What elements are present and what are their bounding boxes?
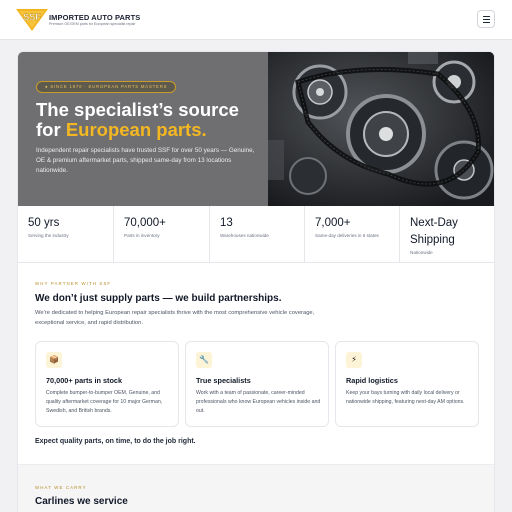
stat-years: 50 yrs Serving the industry [18,206,114,263]
hero-engine-image [268,52,494,206]
feature-title: Rapid logistics [346,376,398,385]
partner-title: We don’t just supply parts — we build pa… [35,293,282,304]
stat-label: Serving the industry [28,233,69,238]
stat-label: Nationwide [410,250,433,255]
main-card: ● SINCE 1970 · EUROPEAN PARTS MASTERS Th… [17,51,495,512]
feature-description: Complete bumper-to-bumper OEM, Genuine, … [46,390,163,414]
carry-section: WHAT WE CARRY Carlines we service [18,464,494,512]
hero-title-accent: European parts. [65,119,207,140]
brand-tagline: Premium OE/OEM parts for European specia… [49,22,136,26]
carry-title: Carlines we service [35,496,128,507]
stat-value: 13 [220,217,233,229]
stats-bar: 50 yrs Serving the industry 70,000+ Part… [18,206,494,263]
stat-value: 50 yrs [28,217,60,229]
logo-text: SSF [23,12,41,22]
hero: ● SINCE 1970 · EUROPEAN PARTS MASTERS Th… [18,52,494,206]
stat-shipping: Next-Day Shipping Nationwide [400,206,494,263]
wrench-icon: 🔧 [196,352,212,368]
partner-eyebrow: WHY PARTNER WITH SSF [35,281,112,286]
hamburger-icon [483,16,490,17]
hero-title: The specialist’s source for European par… [36,100,268,140]
hero-title-line1: The specialist’s source [36,99,239,120]
hero-text-panel: ● SINCE 1970 · EUROPEAN PARTS MASTERS Th… [18,52,268,206]
stat-parts: 70,000+ Parts in inventory [114,206,210,263]
feature-description: Keep your bays turning with daily local … [346,390,465,405]
partner-description: We’re dedicated to helping European repa… [35,310,315,326]
site-header: SSF IMPORTED AUTO PARTS Premium OE/OEM p… [0,0,512,40]
brand[interactable]: IMPORTED AUTO PARTS Premium OE/OEM parts… [49,13,140,27]
stat-label: Same-day deliveries in 6 states [315,233,379,238]
menu-button[interactable] [477,10,495,28]
feature-description: Work with a team of passionate, career-m… [196,390,321,414]
feature-card-specialists: 🔧 True specialists Work with a team of p… [185,341,329,427]
hero-description: Independent repair specialists have trus… [36,147,255,174]
hero-title-prefix: for [36,119,66,140]
engine-illustration [268,52,494,206]
carry-eyebrow: WHAT WE CARRY [35,485,87,490]
stat-label: Parts in inventory [124,233,160,238]
feature-title: True specialists [196,376,251,385]
lightning-icon: ⚡ [346,352,362,368]
feature-title: 70,000+ parts in stock [46,376,123,385]
since-badge: ● SINCE 1970 · EUROPEAN PARTS MASTERS [36,81,177,93]
stat-label: Warehouses nationwide [220,233,269,238]
stat-deliveries: 7,000+ Same-day deliveries in 6 states [305,206,400,263]
stat-value: 70,000+ [124,217,166,229]
box-icon: 📦 [46,352,62,368]
stat-warehouses: 13 Warehouses nationwide [210,206,305,263]
stat-value: 7,000+ [315,217,351,229]
partner-tagline: Expect quality parts, on time, to do the… [35,438,196,445]
feature-card-parts: 📦 70,000+ parts in stock Complete bumper… [35,341,179,427]
feature-card-logistics: ⚡ Rapid logistics Keep your bays turning… [335,341,479,427]
brand-name: IMPORTED AUTO PARTS [49,13,141,22]
stat-value: Next-Day Shipping [410,217,458,246]
ssf-logo[interactable]: SSF [16,9,48,31]
